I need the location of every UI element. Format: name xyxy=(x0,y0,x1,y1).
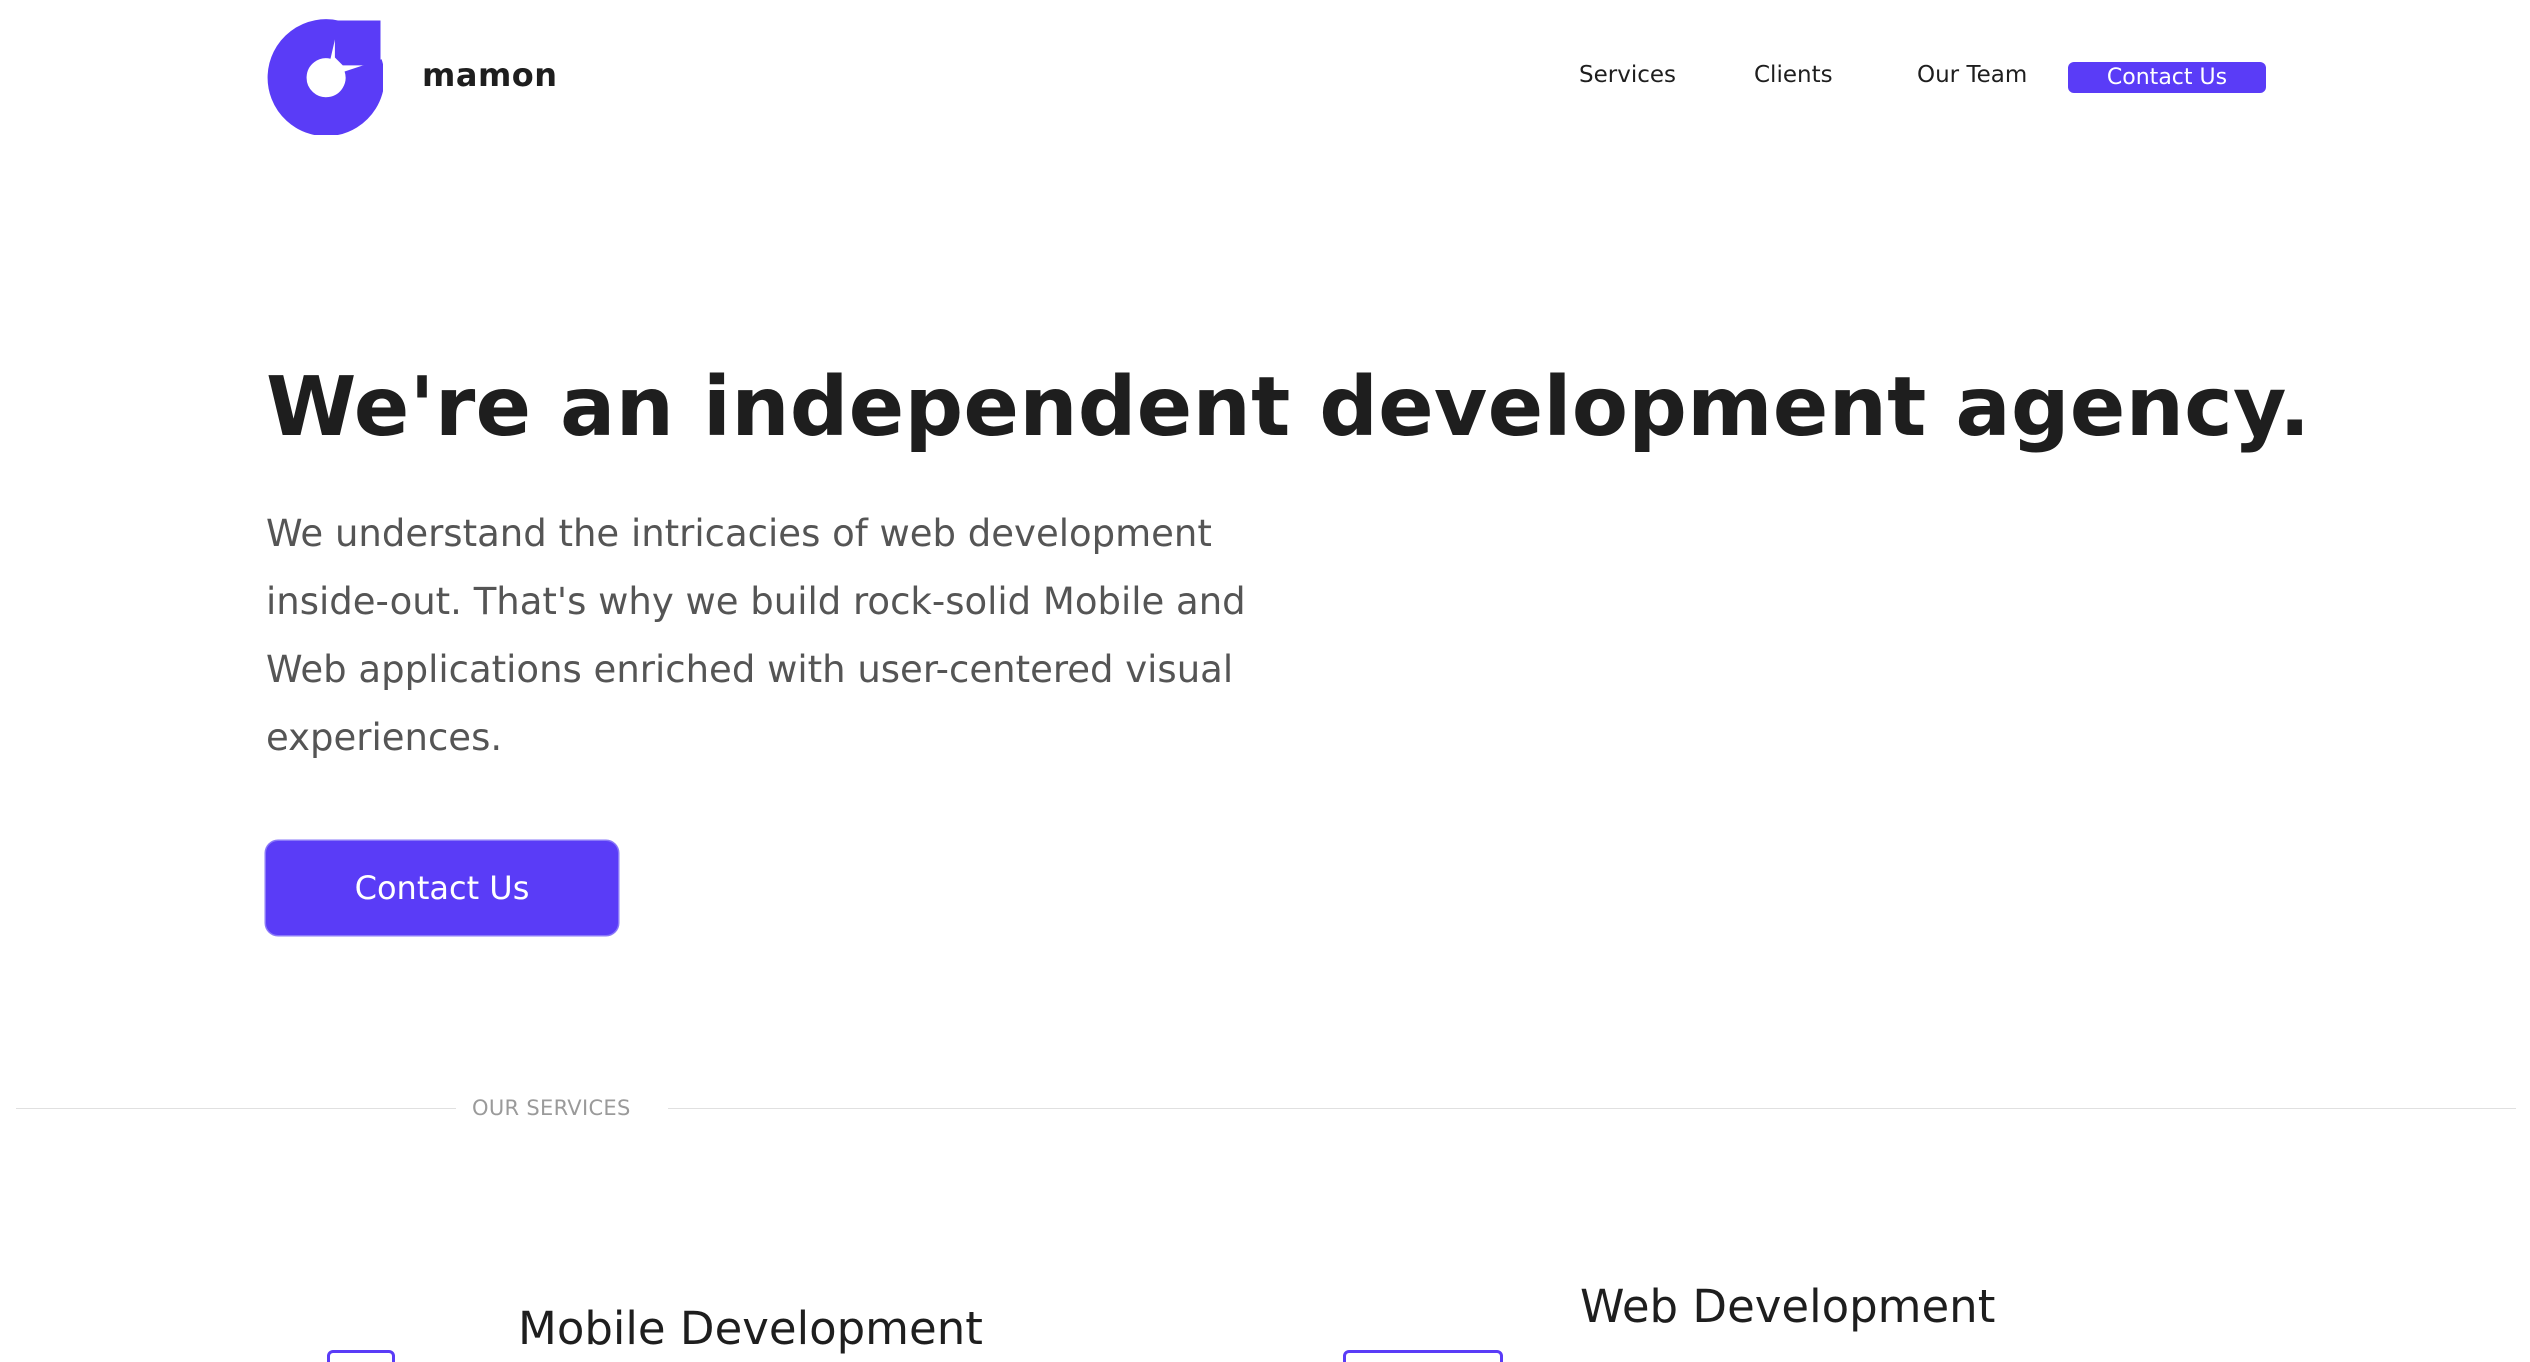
browser-icon xyxy=(1343,1350,1503,1362)
mobile-icon xyxy=(327,1350,395,1362)
service-title-web: Web Development xyxy=(1580,1280,1996,1333)
logo-icon[interactable] xyxy=(266,18,383,135)
brand-name[interactable]: mamon xyxy=(422,56,558,94)
nav-contact-button[interactable]: Contact Us xyxy=(2068,62,2266,93)
nav-clients[interactable]: Clients xyxy=(1754,62,1833,88)
section-label: OUR SERVICES xyxy=(472,1096,631,1120)
page: mamon Services Clients Our Team Contact … xyxy=(0,0,2530,1362)
divider-right xyxy=(668,1108,2516,1109)
divider-left xyxy=(16,1108,456,1109)
service-title-mobile: Mobile Development xyxy=(518,1302,983,1355)
nav-services[interactable]: Services xyxy=(1579,62,1676,88)
hero-description: We understand the intricacies of web dev… xyxy=(266,512,1246,759)
hero-title: We're an independent development agency. xyxy=(266,360,2311,455)
nav-our-team[interactable]: Our Team xyxy=(1917,62,2027,88)
hero-contact-button[interactable]: Contact Us xyxy=(266,841,618,935)
